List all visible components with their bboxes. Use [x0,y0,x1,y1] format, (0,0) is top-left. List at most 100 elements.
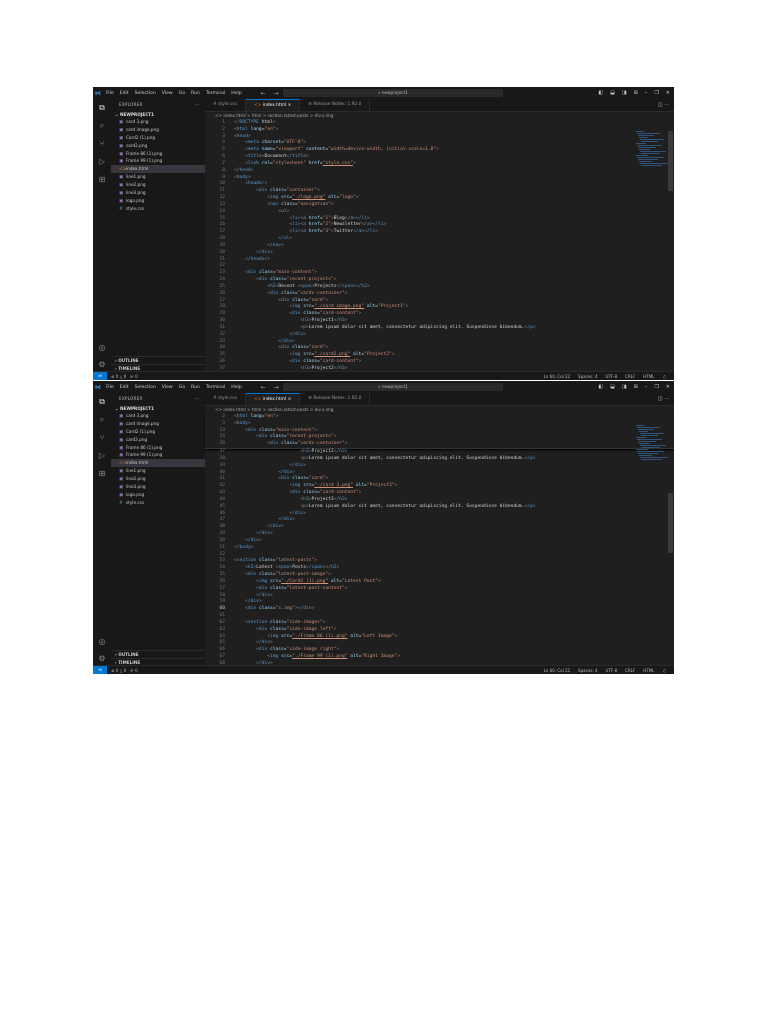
remote-indicator-icon[interactable]: ⋊ [93,666,107,674]
file-item[interactable]: # style.css [111,499,205,507]
status-lang[interactable]: HTML [643,374,654,379]
menu-selection[interactable]: Selection [135,385,156,390]
source-control-icon[interactable]: ⑂ [93,139,111,148]
close-window-icon[interactable]: ✕ [666,384,670,390]
menu-go[interactable]: Go [179,91,185,96]
file-item[interactable]: ▣ card 3.png [111,118,205,126]
status-position[interactable]: Ln 60, Col 22 [544,374,570,379]
back-arrow-icon[interactable]: ← [261,384,266,391]
file-item[interactable]: ▣ line1.png [111,173,205,181]
run-debug-icon[interactable]: ▷ [93,157,111,166]
file-item[interactable]: ▣ Frame 86 (1).png [111,150,205,158]
tab-index[interactable]: <> index.html × [246,393,301,405]
command-center-search[interactable]: ⌕ newproject1 [283,383,503,391]
menu-go[interactable]: Go [179,385,185,390]
settings-gear-icon[interactable]: ⚙ [93,360,111,369]
menu-help[interactable]: Help [231,385,241,390]
forward-arrow-icon[interactable]: → [274,384,279,391]
toggle-sidebar-icon[interactable]: ◧ [598,384,603,390]
file-item[interactable]: <>index.html [111,165,205,174]
toggle-sidebar-icon[interactable]: ◧ [598,90,603,96]
explorer-icon[interactable]: ⧉ [93,397,111,407]
ports-count[interactable]: ⊮ 0 [130,668,137,673]
extensions-icon[interactable]: ⊞ [93,469,111,478]
maximize-icon[interactable]: ❐ [654,384,658,390]
file-item[interactable]: ▣ line2.png [111,181,205,189]
minimap[interactable] [636,425,668,465]
more-actions-icon[interactable]: ··· [664,102,669,108]
ports-count[interactable]: ⊮ 0 [130,374,137,379]
file-item[interactable]: ▣ line3.png [111,189,205,197]
back-arrow-icon[interactable]: ← [261,90,266,97]
status-spaces[interactable]: Spaces: 4 [578,668,597,673]
file-item[interactable]: ▣ Card2 (1).png [111,428,205,436]
code-editor[interactable]: 1 <!DOCTYPE html> 2 <html lang="en"> 3 <head>… [205,120,674,373]
menu-view[interactable]: View [162,91,173,96]
more-actions-icon[interactable]: ··· [664,396,669,402]
file-item[interactable]: ▣ Frame 99 (1).png [111,451,205,459]
file-item[interactable]: ▣ card image.png [111,420,205,428]
maximize-icon[interactable]: ❐ [654,90,658,96]
menu-file[interactable]: File [106,91,114,96]
account-icon[interactable]: ◎ [93,343,111,352]
file-item[interactable]: ▣ logo.png [111,197,205,205]
extensions-icon[interactable]: ⊞ [93,175,111,184]
close-tab-icon[interactable]: × [286,397,292,402]
outline-section[interactable]: › OUTLINE [111,650,205,658]
toggle-panel-icon[interactable]: ⬓ [610,384,615,390]
project-folder[interactable]: ⌄ NEWPROJECT1 [111,111,205,118]
minimize-icon[interactable]: – [645,384,648,390]
file-item[interactable]: ▣ line3.png [111,483,205,491]
status-bell[interactable]: ♫ [662,374,666,379]
file-item[interactable]: ▣ card image.png [111,126,205,134]
file-item[interactable]: ▣ Frame 99 (1).png [111,157,205,165]
menu-terminal[interactable]: Terminal [206,385,225,390]
breadcrumb[interactable]: <> index.html > html > section.latest-po… [205,112,674,120]
toggle-secondary-icon[interactable]: ◨ [622,90,627,96]
settings-gear-icon[interactable]: ⚙ [93,654,111,663]
remote-indicator-icon[interactable]: ⋊ [93,372,107,380]
status-eol[interactable]: CRLF [625,668,635,673]
more-actions-icon[interactable]: ··· [195,393,199,405]
file-item[interactable]: ▣ card2.png [111,142,205,150]
menu-terminal[interactable]: Terminal [206,91,225,96]
status-position[interactable]: Ln 60, Col 22 [544,668,570,673]
code-editor[interactable]: 2 <html lang="en"> 3 <body> 23 <div class="m… [205,414,674,668]
tab-release-notes[interactable]: ≡ Release Notes: 1.92.0 [300,99,371,111]
menu-edit[interactable]: Edit [120,385,129,390]
menu-run[interactable]: Run [191,91,200,96]
search-icon[interactable]: ⌕ [93,121,111,131]
toggle-panel-icon[interactable]: ⬓ [610,90,615,96]
file-item[interactable]: ▣ line1.png [111,467,205,475]
menu-view[interactable]: View [162,385,173,390]
account-icon[interactable]: ◎ [93,637,111,646]
minimize-icon[interactable]: – [645,90,648,96]
status-encoding[interactable]: UTF-8 [605,668,617,673]
file-item[interactable]: ▣ Card2 (1).png [111,134,205,142]
project-folder[interactable]: ⌄ NEWPROJECT1 [111,405,205,412]
vertical-scrollbar[interactable] [668,131,673,191]
vertical-scrollbar[interactable] [668,493,673,553]
tab-index[interactable]: <> index.html × [246,99,301,111]
command-center-search[interactable]: ⌕ newproject1 [283,89,503,97]
status-encoding[interactable]: UTF-8 [605,374,617,379]
file-item[interactable]: # style.css [111,205,205,213]
layout-icon[interactable]: ⊞ [634,90,638,96]
menu-edit[interactable]: Edit [120,91,129,96]
file-item[interactable]: ▣ Frame 86 (1).png [111,444,205,452]
file-item[interactable]: <>index.html [111,459,205,468]
file-item[interactable]: ▣ logo.png [111,491,205,499]
tab-style[interactable]: # style.css [205,99,246,111]
tab-style[interactable]: # style.css [205,393,246,405]
explorer-icon[interactable]: ⧉ [93,103,111,113]
menu-file[interactable]: File [106,385,114,390]
file-item[interactable]: ▣ card 3.png [111,412,205,420]
file-item[interactable]: ▣ card2.png [111,436,205,444]
status-spaces[interactable]: Spaces: 4 [578,374,597,379]
tab-release-notes[interactable]: ≡ Release Notes: 1.92.0 [300,393,371,405]
run-debug-icon[interactable]: ▷ [93,451,111,460]
search-icon[interactable]: ⌕ [93,415,111,425]
menu-help[interactable]: Help [231,91,241,96]
problems-count[interactable]: ⊗ 0 △ 0 [111,374,126,379]
close-tab-icon[interactable]: × [286,103,292,108]
